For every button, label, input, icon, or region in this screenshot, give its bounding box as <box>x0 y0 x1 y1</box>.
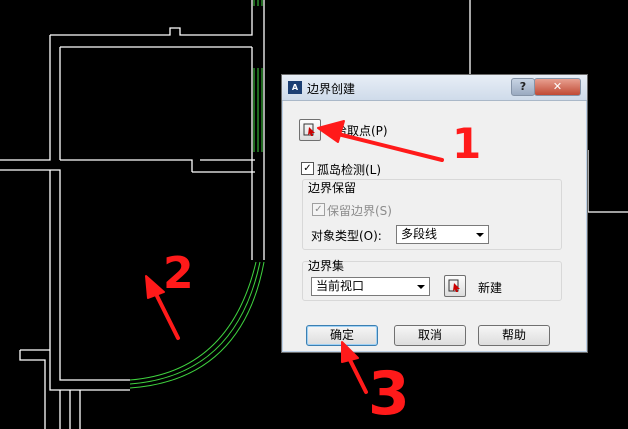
island-detection-checkbox[interactable]: ✓ <box>301 162 314 175</box>
select-objects-icon <box>448 279 460 292</box>
help-button[interactable]: 帮助 <box>478 325 550 346</box>
dialog-title: 边界创建 <box>307 82 356 96</box>
help-title-button[interactable]: ? <box>511 78 535 96</box>
retain-boundary-label: 保留边界(S) <box>327 204 392 218</box>
boundary-retention-label: 边界保留 <box>308 181 357 195</box>
pick-point-icon <box>303 123 315 136</box>
chevron-down-icon <box>476 233 484 237</box>
object-type-select[interactable]: 多段线 <box>396 225 489 244</box>
chevron-down-icon <box>417 285 425 289</box>
object-type-value: 多段线 <box>401 227 438 241</box>
boundary-set-label: 边界集 <box>308 259 345 273</box>
green-window-lines <box>129 0 265 389</box>
autocad-app-icon: A <box>288 81 302 94</box>
new-boundary-set-label: 新建 <box>478 281 503 295</box>
boundary-creation-dialog: A 边界创建 ? ✕ 拾取点(P) ✓ 孤岛检测(L) 边界保留 ✓ 保留边界(… <box>281 74 588 353</box>
object-type-label: 对象类型(O): <box>311 229 382 243</box>
close-button[interactable]: ✕ <box>534 78 581 96</box>
boundary-set-select[interactable]: 当前视口 <box>311 277 430 296</box>
pick-point-button[interactable] <box>299 119 321 141</box>
boundary-set-value: 当前视口 <box>316 279 365 293</box>
retain-boundary-checkbox: ✓ <box>312 203 325 216</box>
island-detection-label: 孤岛检测(L) <box>317 163 382 177</box>
pick-point-label: 拾取点(P) <box>335 124 388 138</box>
ok-button[interactable]: 确定 <box>306 325 378 346</box>
cancel-button[interactable]: 取消 <box>394 325 466 346</box>
dialog-titlebar[interactable]: A 边界创建 ? ✕ <box>282 75 587 101</box>
new-boundary-set-button[interactable] <box>444 275 466 297</box>
